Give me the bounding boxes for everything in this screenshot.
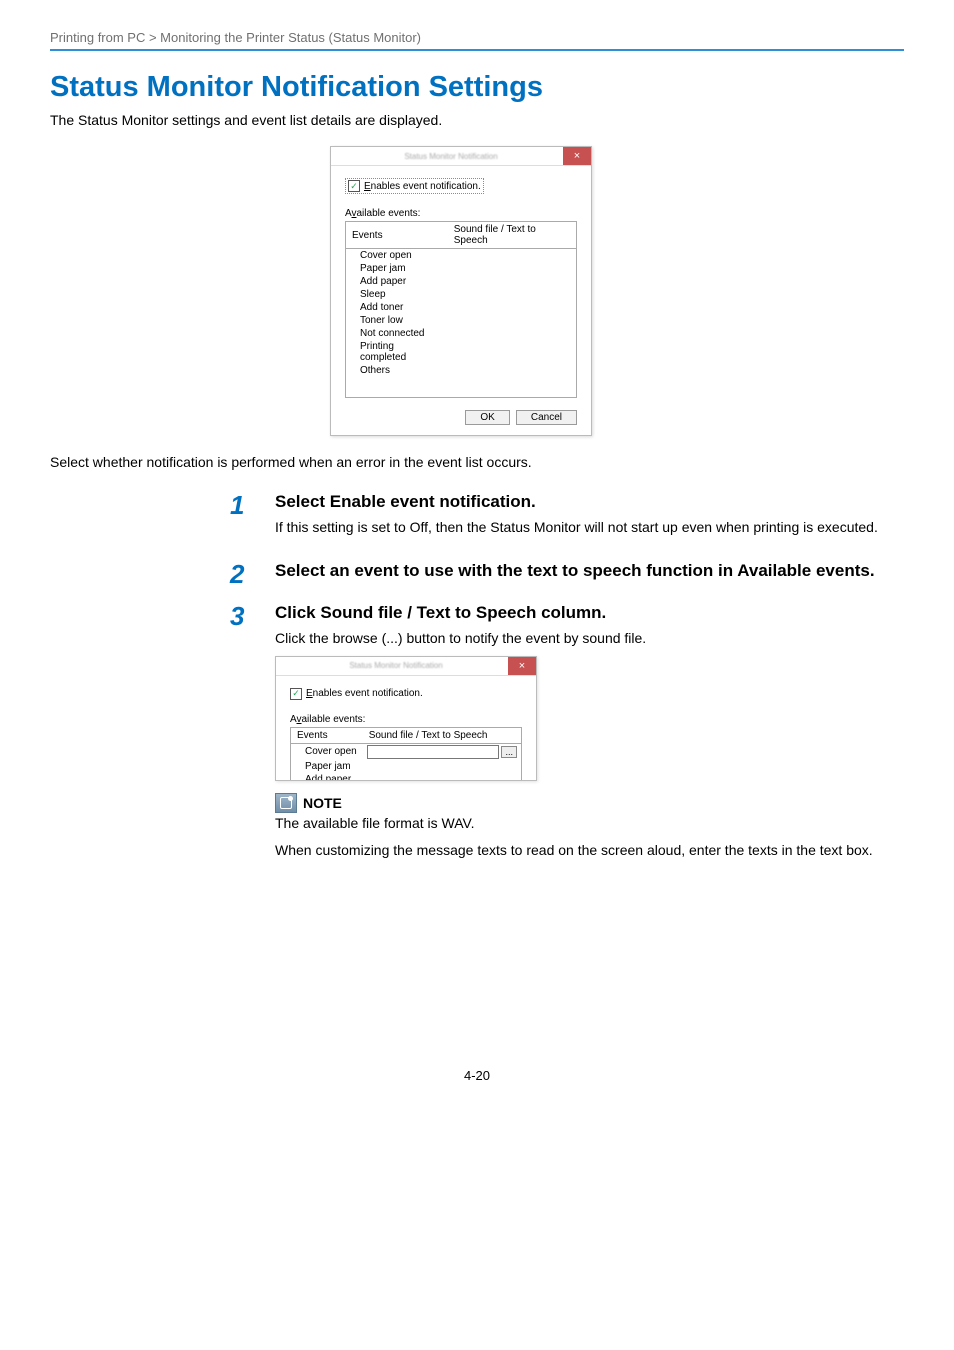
events-table: Events Sound file / Text to Speech Cover…: [345, 221, 577, 398]
step-number-2: 2: [50, 561, 275, 587]
intro-text: The Status Monitor settings and event li…: [50, 112, 904, 128]
dialog-titlebar: Status Monitor Notification ×: [331, 147, 591, 166]
step-2-title: Select an event to use with the text to …: [275, 561, 904, 581]
checkbox-label: Enables event notification.: [306, 688, 423, 699]
note-icon: [275, 793, 297, 813]
dialog-title-blurred-2: Status Monitor Notification: [284, 661, 508, 670]
step-1-text: If this setting is set to Off, then the …: [275, 518, 904, 537]
enable-notification-checkbox[interactable]: ✓ EEnables event notification.nables eve…: [345, 178, 484, 194]
table-row[interactable]: Paper jam: [291, 760, 363, 773]
table-row[interactable]: Printing completed: [346, 340, 448, 364]
table-row[interactable]: Cover open: [291, 743, 363, 760]
col-events-header: Events: [346, 222, 448, 249]
step-3-title: Click Sound file / Text to Speech column…: [275, 603, 904, 623]
col-sound-header: Sound file / Text to Speech: [448, 222, 577, 249]
table-row[interactable]: Sleep: [346, 288, 448, 301]
table-row[interactable]: Others: [346, 364, 448, 377]
note-heading: NOTE: [303, 795, 342, 811]
step-1-title: Select Enable event notification.: [275, 492, 904, 512]
note-box: NOTE The available file format is WAV.: [275, 793, 904, 831]
table-row[interactable]: Paper jam: [346, 262, 448, 275]
table-row[interactable]: Not connected: [346, 327, 448, 340]
ok-button[interactable]: OK: [465, 410, 509, 425]
dialog-title-blurred: Status Monitor Notification: [339, 152, 563, 161]
cancel-button[interactable]: Cancel: [516, 410, 577, 425]
page-number: 4-20: [50, 1068, 904, 1083]
table-row[interactable]: Add toner: [346, 301, 448, 314]
page-title: Status Monitor Notification Settings: [50, 71, 904, 104]
note-text: The available file format is WAV.: [275, 815, 904, 831]
available-events-label: Available events:: [290, 714, 522, 725]
checkbox-icon: ✓: [348, 180, 360, 192]
breadcrumb: Printing from PC > Monitoring the Printe…: [50, 30, 904, 45]
description-text: Select whether notification is performed…: [50, 454, 904, 470]
enable-notification-checkbox[interactable]: ✓ Enables event notification.: [290, 688, 423, 700]
table-row[interactable]: Toner low: [346, 314, 448, 327]
step-number-1: 1: [50, 492, 275, 518]
table-row[interactable]: Cover open: [346, 249, 448, 263]
col-events-header: Events: [291, 727, 363, 743]
step-3-text: Click the browse (...) button to notify …: [275, 629, 904, 648]
dialog-screenshot-1: Status Monitor Notification × ✓ EEnables…: [330, 146, 592, 436]
final-line: When customizing the message texts to re…: [275, 841, 904, 860]
close-icon[interactable]: ×: [508, 657, 536, 675]
table-row[interactable]: Add paper: [291, 773, 363, 780]
dialog-screenshot-2: Status Monitor Notification × ✓ Enables …: [275, 656, 537, 781]
step-number-3: 3: [50, 603, 275, 629]
browse-button[interactable]: ...: [501, 746, 517, 758]
checkbox-label: EEnables event notification.nables event…: [364, 181, 481, 192]
events-table-2: Events Sound file / Text to Speech Cover…: [290, 727, 522, 780]
header-rule: [50, 49, 904, 51]
available-events-label: Available events:: [345, 208, 577, 219]
dialog-titlebar-2: Status Monitor Notification ×: [276, 657, 536, 676]
close-icon[interactable]: ×: [563, 147, 591, 165]
col-sound-header: Sound file / Text to Speech: [363, 727, 522, 743]
sound-file-input[interactable]: [367, 745, 499, 759]
table-row[interactable]: Add paper: [346, 275, 448, 288]
checkbox-icon: ✓: [290, 688, 302, 700]
